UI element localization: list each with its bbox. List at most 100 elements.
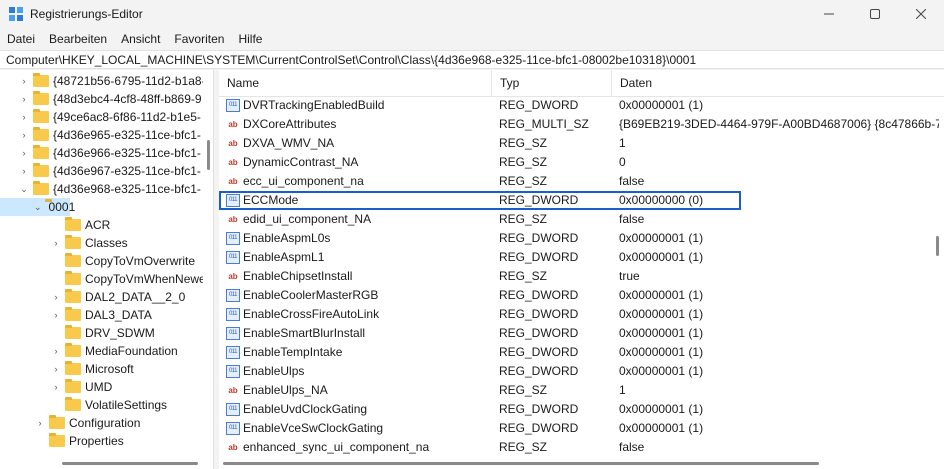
tree-item[interactable]: › Configuration xyxy=(0,414,140,432)
value-type: REG_SZ xyxy=(499,136,548,150)
value-data: true xyxy=(619,269,640,283)
chevron-right-icon[interactable]: › xyxy=(18,94,30,104)
chevron-right-icon[interactable]: › xyxy=(50,292,62,302)
value-row[interactable]: ab DXVA_WMV_NA REG_SZ 1 xyxy=(219,134,931,153)
tree-item[interactable]: › UMD xyxy=(0,378,112,396)
tree-item[interactable]: ACR xyxy=(0,216,110,234)
tree-item[interactable]: › {4d36e967-e325-11ce-bfc1- xyxy=(0,162,201,180)
key-tree[interactable]: › {48721b56-6795-11d2-b1a8- › {48d3ebc4-4cf… xyxy=(0,70,214,469)
tree-item-label: {4d36e968-e325-11ce-bfc1- xyxy=(53,182,201,196)
tree-vertical-scrollbar[interactable] xyxy=(203,70,213,469)
value-row[interactable]: ab ecc_ui_component_na REG_SZ false xyxy=(219,172,931,191)
menu-bearbeiten[interactable]: Bearbeiten xyxy=(42,29,114,49)
value-type: REG_SZ xyxy=(499,440,548,454)
tree-item[interactable]: ⌄ {4d36e968-e325-11ce-bfc1- xyxy=(0,180,201,198)
column-header-data[interactable]: Daten xyxy=(612,70,944,96)
chevron-right-icon[interactable]: › xyxy=(50,310,62,320)
binary-value-icon: 011 xyxy=(226,327,240,340)
string-value-icon: ab xyxy=(228,177,238,186)
tree-horizontal-scrollbar[interactable] xyxy=(0,458,203,469)
window-title: Registrierungs-Editor xyxy=(30,7,143,21)
tree-item[interactable]: CopyToVmWhenNewer xyxy=(0,270,210,288)
tree-item[interactable]: › {48721b56-6795-11d2-b1a8- xyxy=(0,72,206,90)
tree-item[interactable]: › {4d36e966-e325-11ce-bfc1- xyxy=(0,144,201,162)
tree-item[interactable]: VolatileSettings xyxy=(0,396,167,414)
value-type: REG_DWORD xyxy=(499,402,579,416)
values-vertical-scrollbar[interactable] xyxy=(931,70,944,469)
value-name: EnableCoolerMasterRGB xyxy=(243,288,379,302)
value-row[interactable]: 011 EnableUvdClockGating REG_DWORD 0x000000… xyxy=(219,400,931,419)
value-row[interactable]: 011 EnableCrossFireAutoLink REG_DWORD 0x000… xyxy=(219,305,931,324)
chevron-right-icon[interactable]: › xyxy=(18,130,30,140)
tree-item[interactable]: DRV_SDWM xyxy=(0,324,155,342)
tree-item[interactable]: Properties xyxy=(0,432,124,450)
close-button[interactable] xyxy=(898,0,944,28)
values-horizontal-scrollbar[interactable] xyxy=(219,458,931,469)
tree-item[interactable]: CopyToVmOverwrite xyxy=(0,252,195,270)
value-row[interactable]: ab DynamicContrast_NA REG_SZ 0 xyxy=(219,153,931,172)
chevron-right-icon[interactable]: › xyxy=(50,382,62,392)
values-scroll-thumb[interactable] xyxy=(936,236,939,256)
column-header-name[interactable]: Name xyxy=(219,70,492,96)
chevron-down-icon[interactable]: ⌄ xyxy=(18,184,30,195)
tree-item[interactable]: › Classes xyxy=(0,234,128,252)
tree-item[interactable]: › MediaFoundation xyxy=(0,342,178,360)
values-list[interactable]: Name Typ Daten 011 DVRTrackingEnabledBuil… xyxy=(219,70,944,469)
chevron-right-icon[interactable]: › xyxy=(50,364,62,374)
value-row[interactable]: 011 EnableCoolerMasterRGB REG_DWORD 0x00000… xyxy=(219,286,931,305)
chevron-right-icon[interactable]: › xyxy=(18,166,30,176)
tree-hscroll-thumb[interactable] xyxy=(62,462,198,465)
value-row[interactable]: 011 EnableTempIntake REG_DWORD 0x00000001 (… xyxy=(219,343,931,362)
chevron-right-icon[interactable]: › xyxy=(18,76,30,86)
value-data: 0 xyxy=(619,155,626,169)
chevron-right-icon[interactable]: › xyxy=(50,346,62,356)
value-row[interactable]: 011 DVRTrackingEnabledBuild REG_DWORD 0x000… xyxy=(219,96,931,115)
value-data: 0x00000001 (1) xyxy=(619,345,704,359)
value-row[interactable]: 011 EnableUlps REG_DWORD 0x00000001 (1) xyxy=(219,362,931,381)
chevron-right-icon[interactable]: › xyxy=(34,418,46,428)
tree-item[interactable]: › {49ce6ac8-6f86-11d2-b1e5- xyxy=(0,108,201,126)
tree-item[interactable]: › {48d3ebc4-4cf8-48ff-b869-9 xyxy=(0,90,202,108)
title-bar[interactable]: Registrierungs-Editor xyxy=(0,0,944,28)
menu-datei[interactable]: Datei xyxy=(0,29,42,49)
value-name: enhanced_sync_ui_component_na xyxy=(243,440,430,454)
value-name: EnableUlps_NA xyxy=(243,383,328,397)
address-bar[interactable]: Computer\HKEY_LOCAL_MACHINE\SYSTEM\Curre… xyxy=(0,50,944,69)
menu-ansicht[interactable]: Ansicht xyxy=(114,29,167,49)
close-icon xyxy=(916,9,926,19)
binary-value-icon: 011 xyxy=(226,289,240,302)
maximize-button[interactable] xyxy=(852,0,898,28)
minimize-button[interactable] xyxy=(806,0,852,28)
values-hscroll-thumb[interactable] xyxy=(223,462,819,465)
column-header-type[interactable]: Typ xyxy=(492,70,612,96)
value-row[interactable]: 011 EnableSmartBlurInstall REG_DWORD 0x0000… xyxy=(219,324,931,343)
value-row[interactable]: ab EnableChipsetInstall REG_SZ true xyxy=(219,267,931,286)
tree-item-label: Microsoft xyxy=(85,362,134,376)
value-row[interactable]: ab edid_ui_component_NA REG_SZ false xyxy=(219,210,931,229)
value-row[interactable]: 011 EnableVceSwClockGating REG_DWORD 0x0000… xyxy=(219,419,931,438)
tree-item[interactable]: › {4d36e965-e325-11ce-bfc1- xyxy=(0,126,201,144)
value-row[interactable]: ab EnableUlps_NA REG_SZ 1 xyxy=(219,381,931,400)
chevron-right-icon[interactable]: › xyxy=(50,238,62,248)
tree-scroll-thumb[interactable] xyxy=(207,140,210,170)
chevron-down-icon[interactable]: ⌄ xyxy=(34,202,42,213)
minimize-icon xyxy=(824,13,834,15)
value-row[interactable]: ab DXCoreAttributes REG_MULTI_SZ {B69EB219-… xyxy=(219,115,939,134)
tree-item-label: DAL2_DATA__2_0 xyxy=(85,290,186,304)
string-value-icon: ab xyxy=(228,272,238,281)
value-row[interactable]: ab enhanced_sync_ui_component_na REG_SZ fal… xyxy=(219,438,931,457)
chevron-right-icon[interactable]: › xyxy=(18,148,30,158)
value-row[interactable]: 011 ECCMode REG_DWORD 0x00000000 (0) xyxy=(219,191,741,210)
tree-item[interactable]: › Microsoft xyxy=(0,360,134,378)
tree-item[interactable]: ⌄ 0001 xyxy=(0,198,75,216)
value-type: REG_DWORD xyxy=(499,98,579,112)
value-data: 0x00000001 (1) xyxy=(619,364,704,378)
tree-item-label: CopyToVmOverwrite xyxy=(85,254,196,268)
menu-hilfe[interactable]: Hilfe xyxy=(231,29,269,49)
value-row[interactable]: 011 EnableAspmL1 REG_DWORD 0x00000001 (1) xyxy=(219,248,931,267)
menu-favoriten[interactable]: Favoriten xyxy=(167,29,231,49)
tree-item[interactable]: › DAL2_DATA__2_0 xyxy=(0,288,185,306)
value-row[interactable]: 011 EnableAspmL0s REG_DWORD 0x00000001 (1) xyxy=(219,229,931,248)
tree-item[interactable]: › DAL3_DATA xyxy=(0,306,152,324)
chevron-right-icon[interactable]: › xyxy=(18,112,30,122)
